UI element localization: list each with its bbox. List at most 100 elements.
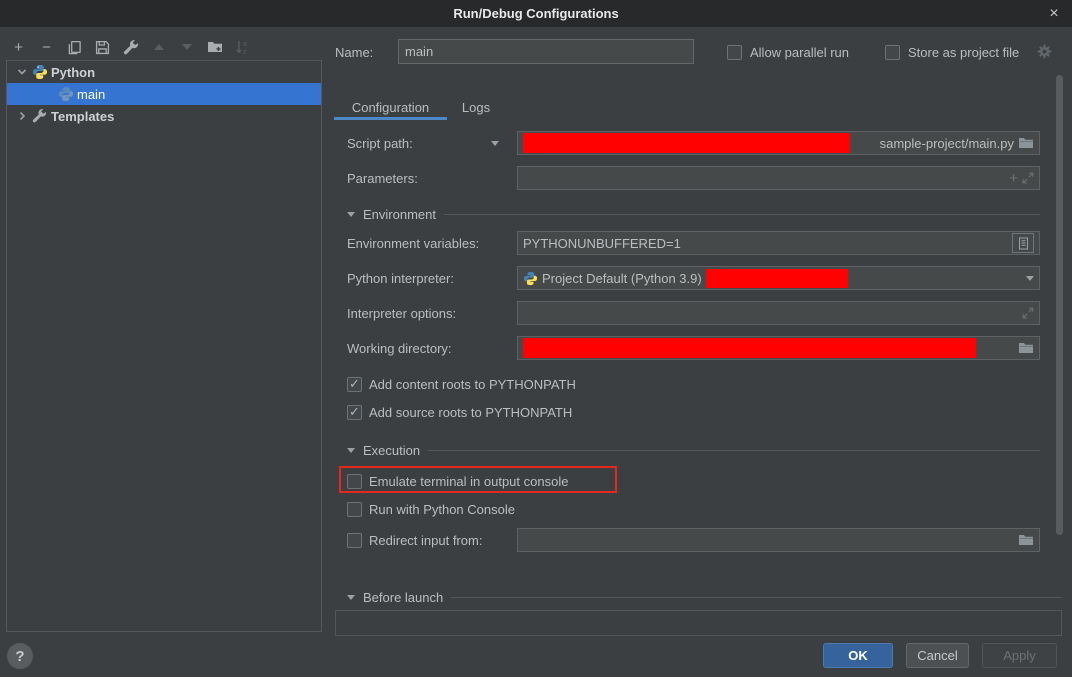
allow-parallel-run-checkbox[interactable]: Allow parallel run [727,44,849,60]
edit-templates-button[interactable] [122,38,139,56]
execution-section-label: Execution [363,443,420,458]
before-launch-task-list[interactable] [335,610,1062,636]
name-label: Name: [335,45,373,60]
python-icon [523,271,538,286]
environment-variables-field[interactable]: PYTHONUNBUFFERED=1 [517,231,1040,255]
plus-icon: + [14,39,23,56]
tree-item-main-selected[interactable]: main [7,83,321,105]
section-divider [451,597,1062,598]
checkbox-icon [347,502,362,517]
remove-configuration-button[interactable]: − [38,38,55,56]
list-icon [1018,237,1029,250]
new-folder-button[interactable] [206,38,223,56]
script-path-label-dropdown[interactable]: Script path: [347,131,413,155]
redaction-block [523,133,850,153]
chevron-right-icon[interactable] [15,111,29,121]
interpreter-options-label: Interpreter options: [347,306,456,321]
tree-item-templates[interactable]: Templates [7,105,321,127]
chevron-down-icon[interactable] [15,67,29,77]
interpreter-options-label-wrap: Interpreter options: [347,301,456,325]
environment-variables-label: Environment variables: [347,236,479,251]
tab-label: Logs [462,100,490,115]
wrench-icon [123,39,139,55]
move-up-button[interactable] [150,38,167,56]
environment-variables-value: PYTHONUNBUFFERED=1 [523,236,681,251]
python-interpreter-label-wrap: Python interpreter: [347,266,454,290]
emulate-terminal-label: Emulate terminal in output console [369,474,568,489]
allow-parallel-run-label: Allow parallel run [750,45,849,60]
expand-field-icon[interactable] [1022,307,1034,319]
save-configuration-button[interactable] [94,38,111,56]
expand-field-icon[interactable] [1022,172,1034,184]
down-arrow-icon [182,44,192,50]
question-icon: ? [15,648,24,665]
checkbox-icon [727,45,742,60]
add-source-roots-checkbox[interactable]: Add source roots to PYTHONPATH [347,403,572,421]
gear-icon[interactable] [1037,44,1052,59]
checkbox-icon [885,45,900,60]
before-launch-section-header[interactable]: Before launch [347,589,1062,605]
folder-icon[interactable] [1018,341,1034,355]
copy-configuration-button[interactable] [66,38,83,56]
add-content-roots-checkbox[interactable]: Add content roots to PYTHONPATH [347,375,576,393]
configurations-toolbar: + − [10,37,251,57]
tree-item-python[interactable]: Python [7,61,321,83]
interpreter-options-field[interactable] [517,301,1040,325]
active-tab-underline [334,117,447,120]
checkbox-icon [347,405,362,420]
checkbox-icon [347,474,362,489]
python-interpreter-combobox[interactable]: Project Default (Python 3.9) [517,266,1040,290]
folder-icon[interactable] [1018,136,1034,150]
script-path-value: sample-project/main.py [880,136,1014,151]
environment-variables-label-wrap: Environment variables: [347,231,479,255]
apply-button[interactable]: Apply [982,643,1057,668]
tab-label: Configuration [352,100,429,115]
section-divider [428,450,1040,451]
tab-logs[interactable]: Logs [448,93,504,121]
ok-button[interactable]: OK [823,643,893,668]
close-icon[interactable]: × [1043,0,1065,27]
apply-label: Apply [1003,648,1036,663]
run-with-python-console-label: Run with Python Console [369,502,515,517]
working-directory-field[interactable] [517,336,1040,360]
vertical-scrollbar[interactable] [1056,75,1063,535]
combobox-arrow-icon[interactable] [1026,276,1034,281]
python-interpreter-value: Project Default (Python 3.9) [542,271,702,286]
script-path-label: Script path: [347,136,413,151]
run-with-python-console-checkbox[interactable]: Run with Python Console [347,500,515,518]
store-as-project-file-checkbox[interactable]: Store as project file [885,44,1019,60]
help-button[interactable]: ? [7,643,33,669]
collapse-triangle-icon [347,448,355,453]
tree-item-label: Python [51,65,95,80]
emulate-terminal-checkbox[interactable]: Emulate terminal in output console [347,472,568,490]
name-input[interactable] [398,39,694,64]
edit-variables-button[interactable] [1012,233,1034,253]
ok-label: OK [848,648,868,663]
environment-section-header[interactable]: Environment [347,206,1040,222]
title-bar: Run/Debug Configurations [0,0,1072,27]
folder-icon[interactable] [1018,533,1034,547]
checkbox-icon [347,533,362,548]
configurations-tree: Python main Templates [6,60,322,632]
store-as-project-file-label: Store as project file [908,45,1019,60]
tree-item-label: main [77,87,105,102]
chevron-down-icon[interactable] [491,141,499,146]
parameters-field[interactable] [517,166,1040,190]
environment-section-label: Environment [363,207,436,222]
cancel-button[interactable]: Cancel [906,643,969,668]
svg-text:z: z [243,49,247,55]
before-launch-section-label: Before launch [363,590,443,605]
new-folder-icon [207,39,223,55]
redirect-input-field[interactable] [517,528,1040,552]
parameters-label-wrap: Parameters: [347,166,418,190]
sort-configurations-button[interactable]: a z [234,38,251,56]
sort-alpha-icon: a z [235,39,250,55]
redirect-input-checkbox[interactable]: Redirect input from: [347,531,482,549]
script-path-field[interactable]: sample-project/main.py [517,131,1040,155]
execution-section-header[interactable]: Execution [347,442,1040,458]
add-macro-icon[interactable] [1009,170,1018,187]
up-arrow-icon [154,44,164,50]
add-configuration-button[interactable]: + [10,38,27,56]
move-down-button[interactable] [178,38,195,56]
dialog-title: Run/Debug Configurations [453,6,618,21]
